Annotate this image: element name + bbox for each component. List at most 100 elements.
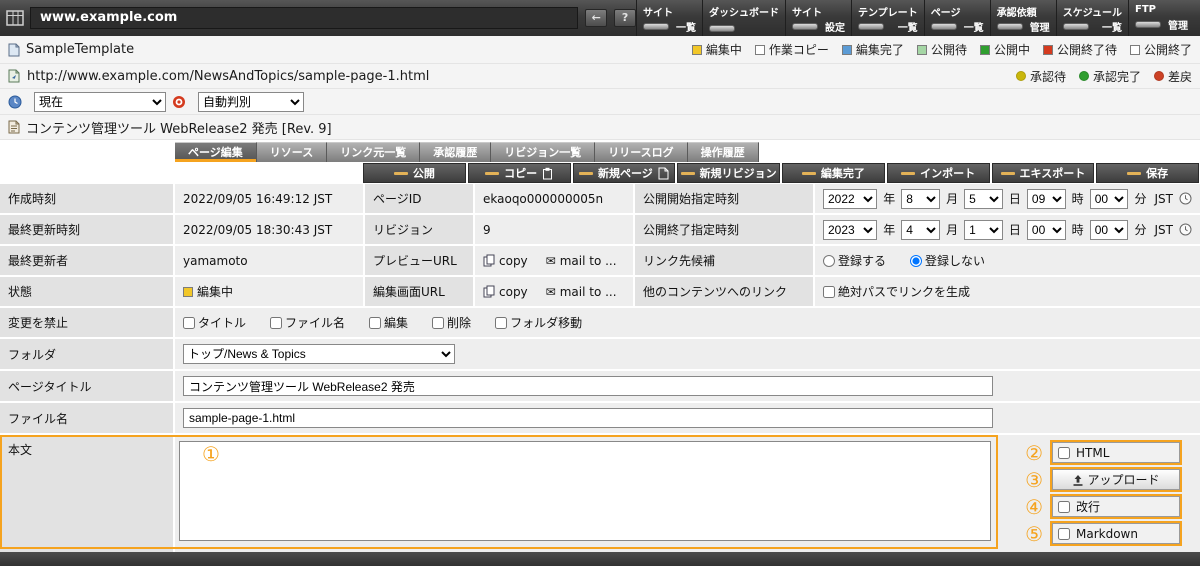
html-checkbox[interactable] bbox=[1058, 447, 1070, 459]
menu-pill-icon bbox=[643, 23, 669, 30]
forbid-edit-checkbox[interactable] bbox=[369, 317, 381, 329]
tab-bar: ページ編集 リソース リンク元一覧 承認履歴 リビジョン一覧 リリースログ 操作… bbox=[0, 140, 1200, 162]
publish-end-hour-select[interactable]: 00 bbox=[1027, 220, 1066, 240]
html-option-box[interactable]: HTML bbox=[1052, 442, 1180, 463]
preview-url-mailto-link[interactable]: ✉ mail to ... bbox=[546, 254, 617, 268]
markdown-option-box[interactable]: Markdown bbox=[1052, 523, 1180, 544]
clock-icon[interactable] bbox=[1179, 223, 1192, 236]
publish-start-year-select[interactable]: 2022 bbox=[823, 189, 877, 209]
annotation-5: ⑤ bbox=[1025, 524, 1043, 544]
publish-start-minute-select[interactable]: 00 bbox=[1090, 189, 1129, 209]
forbid-folder-move-checkbox[interactable] bbox=[495, 317, 507, 329]
detect-mode-select[interactable]: 自動判別 bbox=[198, 92, 304, 112]
unit-day: 日 bbox=[1009, 190, 1021, 207]
register-radio[interactable] bbox=[823, 255, 835, 267]
absolute-path-checkbox[interactable] bbox=[823, 286, 835, 298]
edit-url-copy-button[interactable]: copy bbox=[483, 285, 528, 299]
register-label: 登録する bbox=[838, 252, 886, 269]
no-register-radio-option[interactable]: 登録しない bbox=[910, 252, 985, 269]
forbid-delete-option[interactable]: 削除 bbox=[432, 314, 471, 331]
menu-dashboard[interactable]: ダッシュボード bbox=[702, 0, 785, 36]
publish-end-minute-select[interactable]: 00 bbox=[1090, 220, 1129, 240]
edit-url-mailto-link[interactable]: ✉ mail to ... bbox=[546, 285, 617, 299]
no-register-radio[interactable] bbox=[910, 255, 922, 267]
unit-year: 年 bbox=[883, 221, 895, 238]
button-dash-icon bbox=[681, 172, 695, 175]
publish-start-day-select[interactable]: 5 bbox=[964, 189, 1003, 209]
annotation-3: ③ bbox=[1025, 470, 1043, 490]
option-label: ファイル名 bbox=[285, 314, 345, 331]
page-icon bbox=[8, 120, 20, 134]
forbid-folder-move-option[interactable]: フォルダ移動 bbox=[495, 314, 582, 331]
folder-select[interactable]: トップ/News & Topics bbox=[183, 344, 455, 364]
menu-approval-requests[interactable]: 承認依頼 管理 bbox=[990, 0, 1056, 36]
timezone-label: JST bbox=[1154, 192, 1173, 206]
file-name-input[interactable] bbox=[183, 408, 993, 428]
button-label: 公開 bbox=[413, 165, 435, 181]
absolute-path-option[interactable]: 絶対パスでリンクを生成 bbox=[823, 283, 970, 300]
tab-revision-list[interactable]: リビジョン一覧 bbox=[491, 142, 595, 162]
menu-pill-icon bbox=[997, 23, 1023, 30]
tab-link-sources[interactable]: リンク元一覧 bbox=[327, 142, 420, 162]
tab-resources[interactable]: リソース bbox=[257, 142, 327, 162]
tab-release-log[interactable]: リリースログ bbox=[595, 142, 687, 162]
export-button[interactable]: エキスポート bbox=[992, 163, 1095, 183]
legend-label: 公開終了待 bbox=[1057, 41, 1117, 58]
back-button[interactable]: ← bbox=[585, 9, 607, 27]
clipboard-icon bbox=[542, 167, 553, 180]
publish-button[interactable]: 公開 bbox=[363, 163, 466, 183]
button-dash-icon bbox=[901, 172, 915, 175]
forbid-delete-checkbox[interactable] bbox=[432, 317, 444, 329]
revision-label: リビジョン bbox=[365, 215, 473, 244]
publish-end-month-select[interactable]: 4 bbox=[901, 220, 940, 240]
copy-icon bbox=[483, 254, 495, 267]
publish-end-year-select[interactable]: 2023 bbox=[823, 220, 877, 240]
preview-url-copy-button[interactable]: copy bbox=[483, 254, 528, 268]
register-radio-option[interactable]: 登録する bbox=[823, 252, 886, 269]
clock-icon[interactable] bbox=[1179, 192, 1192, 205]
publish-start-month-select[interactable]: 8 bbox=[901, 189, 940, 209]
forbid-title-checkbox[interactable] bbox=[183, 317, 195, 329]
menu-label: テンプレート bbox=[858, 4, 918, 19]
menu-schedule-list[interactable]: スケジュール 一覧 bbox=[1056, 0, 1128, 36]
menu-page-list[interactable]: ページ 一覧 bbox=[924, 0, 990, 36]
help-button[interactable]: ? bbox=[614, 9, 636, 27]
status-square-edit-done bbox=[842, 45, 852, 55]
menu-site-settings[interactable]: サイト 設定 bbox=[785, 0, 851, 36]
legend-item: 公開待 bbox=[917, 41, 967, 58]
status-square-working-copy bbox=[755, 45, 765, 55]
forbid-filename-option[interactable]: ファイル名 bbox=[270, 314, 345, 331]
forbid-title-option[interactable]: タイトル bbox=[183, 314, 246, 331]
annotation-2: ② bbox=[1025, 443, 1043, 463]
new-revision-button[interactable]: 新規リビジョン bbox=[677, 163, 780, 183]
preview-url-actions: copy ✉ mail to ... bbox=[475, 246, 633, 275]
last-editor-label: 最終更新者 bbox=[0, 246, 173, 275]
upload-button[interactable]: アップロード bbox=[1052, 469, 1180, 490]
save-button[interactable]: 保存 bbox=[1096, 163, 1199, 183]
forbid-filename-checkbox[interactable] bbox=[270, 317, 282, 329]
copy-button[interactable]: コピー bbox=[468, 163, 571, 183]
template-row: SampleTemplate 編集中 作業コピー 編集完了 公開待 公開中 公開… bbox=[0, 36, 1200, 64]
legend-label: 編集中 bbox=[706, 41, 742, 58]
tab-approval-history[interactable]: 承認履歴 bbox=[420, 142, 491, 162]
edit-done-button[interactable]: 編集完了 bbox=[782, 163, 885, 183]
body-textarea[interactable]: ① bbox=[179, 441, 991, 541]
menu-template-list[interactable]: テンプレート 一覧 bbox=[851, 0, 924, 36]
publish-start-hour-select[interactable]: 09 bbox=[1027, 189, 1066, 209]
tab-page-edit[interactable]: ページ編集 bbox=[175, 142, 257, 162]
page-title-input[interactable] bbox=[183, 376, 993, 396]
forbid-edit-option[interactable]: 編集 bbox=[369, 314, 408, 331]
revision-value: 9 bbox=[475, 215, 633, 244]
new-page-button[interactable]: 新規ページ bbox=[573, 163, 676, 183]
import-button[interactable]: インポート bbox=[887, 163, 990, 183]
html-option-label: HTML bbox=[1076, 446, 1109, 460]
menu-site-list[interactable]: サイト 一覧 bbox=[636, 0, 702, 36]
publish-end-day-select[interactable]: 1 bbox=[964, 220, 1003, 240]
revision-select[interactable]: 現在 bbox=[34, 92, 166, 112]
markdown-checkbox[interactable] bbox=[1058, 528, 1070, 540]
linebreak-checkbox[interactable] bbox=[1058, 501, 1070, 513]
tab-operation-history[interactable]: 操作履歴 bbox=[688, 142, 759, 162]
menu-ftp[interactable]: FTP 管理 bbox=[1128, 0, 1194, 36]
linebreak-option-box[interactable]: 改行 bbox=[1052, 496, 1180, 517]
status-square-publish-wait bbox=[917, 45, 927, 55]
